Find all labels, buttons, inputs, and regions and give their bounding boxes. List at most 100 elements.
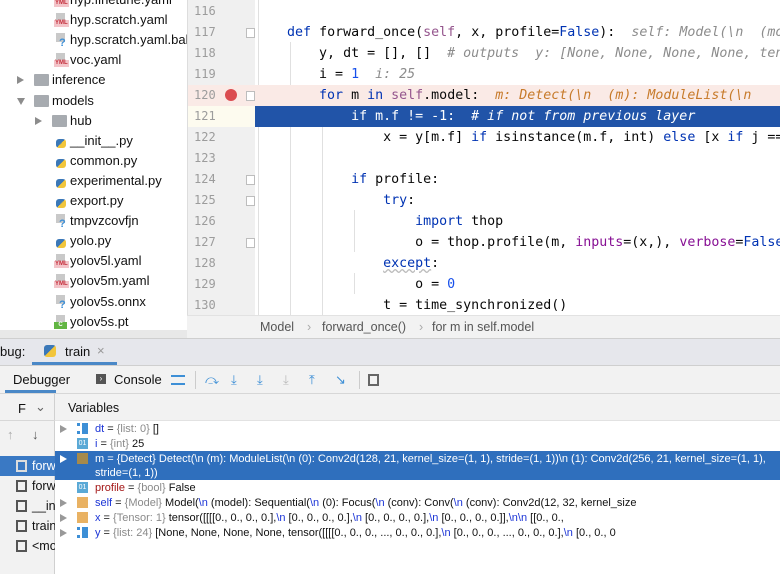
tree-item-common-py[interactable]: common.py xyxy=(0,151,187,171)
tree-item-yolov5l-yaml[interactable]: YML yolov5l.yaml xyxy=(0,251,187,271)
evaluate-expression-icon[interactable] xyxy=(368,374,379,386)
tab-debugger[interactable]: Debugger xyxy=(5,366,70,393)
tree-item-label: voc.yaml xyxy=(70,52,122,68)
variable-row-profile[interactable]: 01 profile = {bool} False xyxy=(55,480,780,495)
code-line-118[interactable]: y, dt = [], [] # outputs y: [None, None,… xyxy=(255,43,780,64)
tree-item-hyp-scratch-yaml-bak[interactable]: ? hyp.scratch.yaml.bak xyxy=(0,30,187,50)
keyword: except xyxy=(383,256,432,271)
list-icon xyxy=(77,527,88,538)
collapse-arrow-icon[interactable] xyxy=(17,76,24,85)
code-line-119[interactable]: i = 1 i: 25 xyxy=(255,64,780,85)
variable-row-m[interactable]: m = {Detect} Detect(\n (m): ModuleList(\… xyxy=(55,451,780,480)
inline-value-hint: y: [None, None, None, None, tensor( xyxy=(535,46,780,61)
tree-item-yolo-py[interactable]: yolo.py xyxy=(0,231,187,251)
breadcrumb-item[interactable]: for m in self.model xyxy=(432,316,534,338)
variable-type: {list: 0} xyxy=(116,423,150,435)
expand-arrow-icon[interactable] xyxy=(60,514,67,522)
next-frame-icon[interactable]: ↓ xyxy=(32,427,39,442)
tree-horizontal-scrollbar[interactable] xyxy=(0,330,187,338)
tree-item-hyp-finetune-yaml[interactable]: YMLhyp.finetune.yaml xyxy=(0,0,187,10)
code-line-127[interactable]: o = thop.profile(m, inputs=(x,), verbose… xyxy=(255,232,780,253)
chevron-down-icon[interactable]: ⌄ xyxy=(35,399,46,415)
step-over-icon[interactable]: ⤓ xyxy=(231,373,245,387)
variable-name: y xyxy=(95,527,101,539)
tree-item-inference[interactable]: inference xyxy=(0,70,187,90)
tree-item-tmpvzcovfjn[interactable]: ? tmpvzcovfjn xyxy=(0,211,187,231)
frames-header[interactable]: F ⌄ xyxy=(0,394,55,421)
step-out-icon[interactable]: ⤒ xyxy=(309,373,323,387)
debug-tab-train[interactable]: train × xyxy=(32,339,117,365)
python-file-icon xyxy=(54,174,67,188)
param-name: verbose xyxy=(679,235,736,250)
tree-item-yolov5m-yaml[interactable]: YML yolov5m.yaml xyxy=(0,271,187,291)
code-line-128[interactable]: except: xyxy=(255,253,780,274)
code-line-130[interactable]: t = time_synchronized() xyxy=(255,295,780,315)
keyword: False xyxy=(743,235,780,250)
yaml-file-icon: YML xyxy=(54,0,69,7)
variable-row-x[interactable]: x = {Tensor: 1} tensor([[[[0., 0., 0., 0… xyxy=(55,510,780,525)
code-editor[interactable]: def forward_once(self, x, profile=False)… xyxy=(255,0,780,315)
stack-frame[interactable]: <mo xyxy=(0,536,55,556)
comment: # outputs xyxy=(447,46,520,61)
breadcrumb-separator: › xyxy=(307,320,312,334)
expand-arrow-icon[interactable] xyxy=(60,425,67,433)
tree-item--init-py[interactable]: __init__.py xyxy=(0,131,187,151)
fold-marker-icon[interactable] xyxy=(246,238,255,248)
expand-arrow-icon[interactable] xyxy=(60,499,67,507)
tree-item-yolov5s-pt[interactable]: Cyolov5s.pt xyxy=(0,312,187,332)
previous-frame-icon[interactable]: ↑ xyxy=(7,427,14,442)
tab-console[interactable]: › Console xyxy=(96,366,162,393)
object-icon xyxy=(77,497,88,508)
tree-item-yolov5s-onnx[interactable]: ? yolov5s.onnx xyxy=(0,292,187,312)
stack-frame[interactable]: train xyxy=(0,516,55,536)
layout-menu-icon[interactable] xyxy=(171,375,185,385)
divider xyxy=(195,371,196,389)
stack-frame[interactable]: __ini xyxy=(0,496,55,516)
variable-name: profile xyxy=(95,482,125,494)
expand-arrow-icon[interactable] xyxy=(60,529,67,537)
fold-marker-icon[interactable] xyxy=(246,196,255,206)
unknown-file-icon: ? xyxy=(54,33,67,49)
yaml-file-icon: YML xyxy=(54,53,69,68)
tree-item-export-py[interactable]: export.py xyxy=(0,191,187,211)
stack-frame[interactable]: forw xyxy=(0,476,55,496)
collapse-arrow-icon[interactable] xyxy=(35,116,42,125)
tree-item-hyp-scratch-yaml[interactable]: YML hyp.scratch.yaml xyxy=(0,10,187,30)
variable-name: m xyxy=(95,453,105,465)
close-tab-icon[interactable]: × xyxy=(97,343,105,358)
tree-item-label: hyp.scratch.yaml.bak xyxy=(70,32,187,48)
stack-frame[interactable]: forw xyxy=(0,456,55,476)
code-line-120-breakpoint[interactable]: for m in self.model: m: Detect(\n (m): M… xyxy=(255,85,780,106)
code-line-129[interactable]: o = 0 xyxy=(255,274,780,295)
tree-item-label: hyp.finetune.yaml xyxy=(70,0,172,10)
code-line-121-current[interactable]: if m.f != -1: # if not from previous lay… xyxy=(255,106,780,127)
code-line-126[interactable]: import thop xyxy=(255,211,780,232)
tree-item-models[interactable]: models xyxy=(0,91,187,111)
fold-marker-icon[interactable] xyxy=(246,175,255,185)
variable-row-y[interactable]: y = {list: 24} [None, None, None, None, … xyxy=(55,525,780,540)
expand-arrow-icon[interactable] xyxy=(17,97,25,105)
run-to-cursor-icon[interactable]: ↘ xyxy=(335,373,349,387)
tree-item-experimental-py[interactable]: experimental.py xyxy=(0,171,187,191)
force-step-into-icon[interactable]: ⤓ xyxy=(283,373,297,387)
code-line-122[interactable]: x = y[m.f] if isinstance(m.f, int) else … xyxy=(255,127,780,148)
variable-row-self[interactable]: self = {Model} Model(\n (model): Sequent… xyxy=(55,495,780,510)
step-into-my-code-icon[interactable]: ⤓ xyxy=(257,373,271,387)
breakpoint-icon[interactable] xyxy=(225,89,237,101)
code-line-125[interactable]: try: xyxy=(255,190,780,211)
show-execution-point-icon[interactable]: ⤼ xyxy=(205,373,219,387)
variable-row-i[interactable]: 01 i = {int} 25 xyxy=(55,436,780,451)
breadcrumb-item[interactable]: Model xyxy=(260,316,294,338)
breadcrumb-item[interactable]: forward_once() xyxy=(322,316,406,338)
expand-arrow-icon[interactable] xyxy=(60,455,67,463)
code-text: isinstance(m.f, int) xyxy=(487,130,664,145)
code-line-117[interactable]: def forward_once(self, x, profile=False)… xyxy=(255,22,780,43)
tree-item-voc-yaml[interactable]: YML voc.yaml xyxy=(0,50,187,70)
tree-item-hub[interactable]: hub xyxy=(0,111,187,131)
variable-type: {Model} xyxy=(124,497,162,509)
code-line-124[interactable]: if profile: xyxy=(255,169,780,190)
number: 0 xyxy=(447,277,456,292)
fold-marker-icon[interactable] xyxy=(246,91,255,101)
variable-row-dt[interactable]: dt = {list: 0} [] xyxy=(55,421,780,436)
fold-marker-icon[interactable] xyxy=(246,28,255,38)
